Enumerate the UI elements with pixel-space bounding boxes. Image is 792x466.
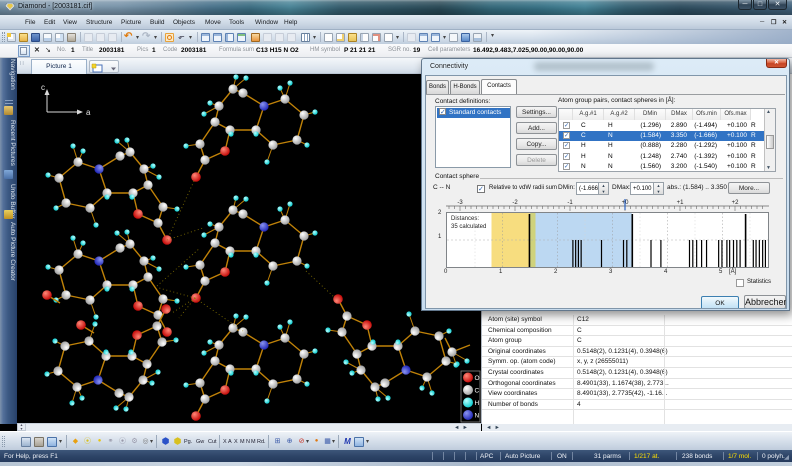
svg-text:-2: -2 (512, 200, 518, 206)
svg-text:-1: -1 (567, 200, 573, 206)
svg-text:N: N (475, 413, 480, 420)
svg-text:a: a (86, 108, 91, 117)
svg-text:H: H (475, 400, 480, 407)
svg-text:+1: +1 (677, 200, 685, 206)
svg-text:O: O (475, 375, 480, 382)
svg-text:-3: -3 (457, 200, 463, 206)
svg-text:c: c (41, 83, 45, 92)
svg-text:C: C (475, 388, 480, 395)
svg-text:+2: +2 (732, 200, 740, 206)
